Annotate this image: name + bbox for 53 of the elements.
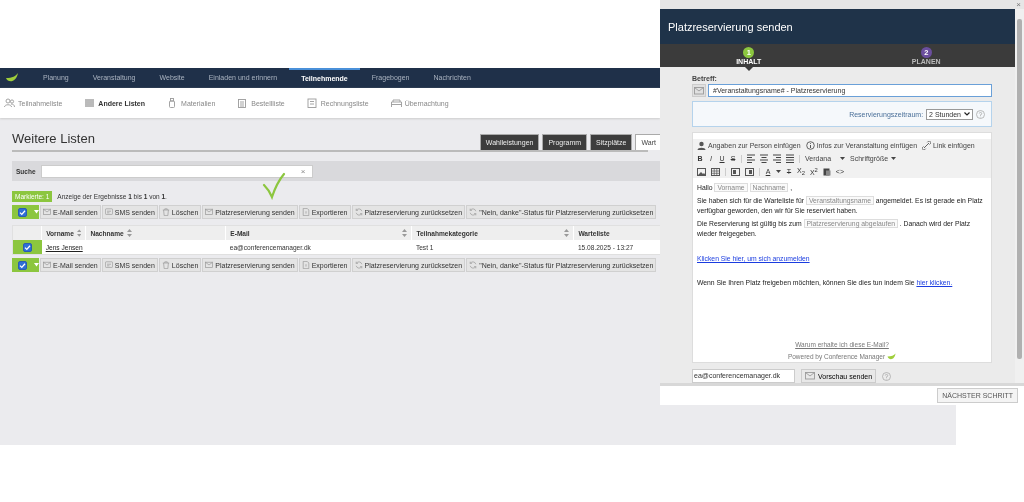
scrollbar[interactable] (1015, 9, 1024, 384)
trash-icon (161, 208, 170, 216)
person-icon (697, 141, 706, 151)
align-icon[interactable] (747, 154, 755, 164)
help-icon (976, 109, 985, 119)
refresh-icon (354, 261, 363, 269)
checkbox[interactable] (17, 260, 27, 270)
refresh-icon (354, 208, 363, 216)
search-field[interactable]: × (40, 164, 313, 178)
caret-icon (776, 170, 781, 174)
trash-icon (161, 261, 170, 269)
align-icon[interactable] (760, 154, 768, 164)
checkbox[interactable] (17, 207, 27, 217)
envelope-icon (205, 208, 214, 216)
dialog-title: Platzreservierung senden (668, 20, 793, 33)
bed-icon (390, 97, 402, 109)
refresh-icon (469, 208, 478, 216)
message-icon (104, 261, 113, 269)
chevron-icon (964, 112, 970, 117)
help-icon (882, 371, 892, 381)
clipboard-icon[interactable] (822, 167, 831, 177)
align-icon[interactable] (773, 154, 781, 164)
document-icon (301, 261, 310, 269)
caret-icon (891, 157, 897, 161)
block-icon[interactable] (731, 167, 740, 176)
document-icon (301, 208, 310, 216)
row-checkbox[interactable] (22, 242, 32, 252)
leaf-logo (887, 353, 897, 361)
select-all-dropdown[interactable] (12, 205, 39, 219)
caret-icon (840, 157, 845, 161)
align-icon[interactable] (786, 154, 794, 164)
envelope-icon (43, 208, 51, 216)
table-icon[interactable] (711, 167, 720, 176)
envelope-addon (692, 84, 706, 98)
people-icon (4, 97, 15, 109)
doc-icon (306, 97, 318, 109)
page-title: Weitere Listen (12, 131, 95, 148)
envelope-icon (205, 261, 214, 269)
envelope-icon (43, 261, 51, 269)
block-icon[interactable] (745, 167, 754, 176)
caret-icon (34, 210, 39, 214)
refresh-icon (469, 261, 478, 269)
close-button[interactable]: × (1016, 0, 1021, 10)
envelope-icon (805, 371, 815, 382)
message-icon (104, 208, 113, 216)
info-icon (805, 141, 815, 151)
image-icon[interactable] (697, 167, 706, 176)
link-icon (922, 141, 932, 151)
select-all-dropdown[interactable] (12, 258, 39, 272)
caret-icon (34, 263, 39, 267)
checkmark-drawing (262, 172, 286, 200)
clear-button[interactable]: × (300, 166, 306, 176)
leaf-logo (5, 72, 19, 84)
